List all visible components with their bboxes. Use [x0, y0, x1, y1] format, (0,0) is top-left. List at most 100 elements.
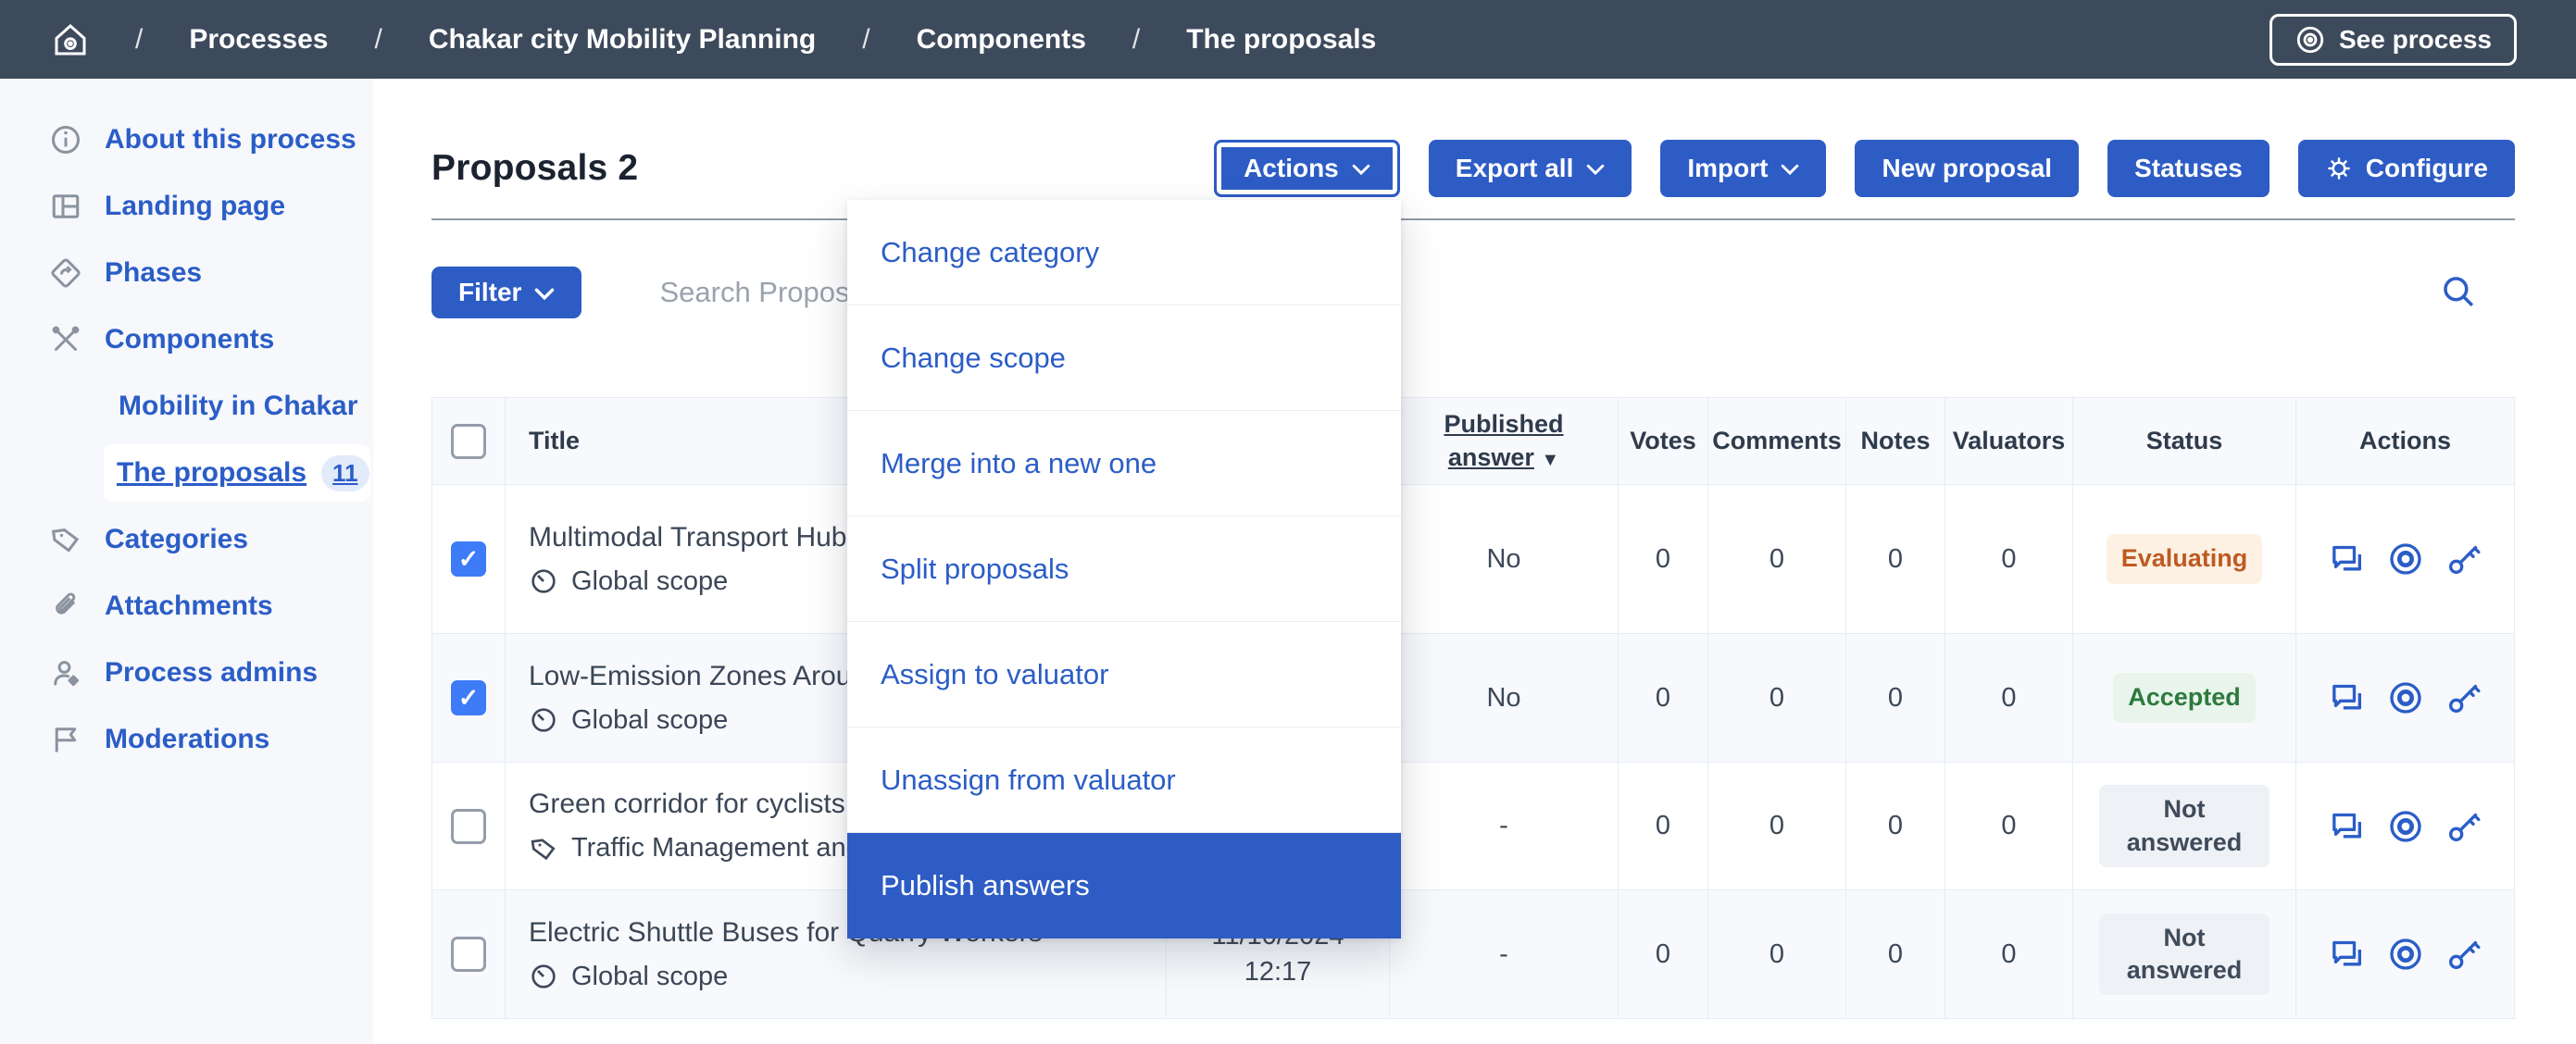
- breadcrumb-processes[interactable]: Processes: [189, 24, 328, 56]
- category-tag-icon: [529, 834, 558, 864]
- configure-button[interactable]: Configure: [2297, 140, 2515, 197]
- topbar: / Processes / Chakar city Mobility Plann…: [0, 0, 2576, 79]
- answer-chat-icon[interactable]: [2329, 541, 2366, 578]
- menu-item-publish-answers[interactable]: Publish answers: [847, 833, 1401, 938]
- permissions-key-icon[interactable]: [2445, 936, 2482, 973]
- sidebar-item-phases[interactable]: Phases: [49, 240, 373, 306]
- sidebar-item-components[interactable]: Components: [49, 306, 373, 373]
- answer-chat-icon[interactable]: [2329, 936, 2366, 973]
- proposal-title[interactable]: Multimodal Transport Hubs: [529, 522, 860, 553]
- permissions-key-icon[interactable]: [2445, 679, 2482, 716]
- actions-button[interactable]: Actions: [1214, 140, 1400, 197]
- export-all-button[interactable]: Export all: [1428, 140, 1632, 197]
- sidebar-item-attachments[interactable]: Attachments: [49, 573, 373, 640]
- proposal-category: Traffic Management and S: [529, 833, 886, 864]
- published-answer-cell: No: [1390, 485, 1619, 634]
- target-eye-icon[interactable]: [2387, 808, 2424, 845]
- sidebar-item-the-proposals[interactable]: The proposals 11: [104, 444, 370, 502]
- row-checkbox[interactable]: ✓: [451, 937, 486, 972]
- layout-icon: [49, 190, 82, 223]
- row-checkbox[interactable]: ✓: [451, 541, 486, 577]
- menu-item-change-scope[interactable]: Change scope: [847, 305, 1401, 411]
- table-header-row: ✓ Title Published answer ▼ Votes Comment…: [431, 397, 2515, 485]
- column-valuators: Valuators: [1945, 398, 2073, 485]
- sidebar-item-moderations[interactable]: Moderations: [49, 706, 373, 773]
- menu-item-unassign-from-valuator[interactable]: Unassign from valuator: [847, 727, 1401, 833]
- votes-cell: 0: [1619, 890, 1708, 1019]
- menu-item-merge-into-new[interactable]: Merge into a new one: [847, 411, 1401, 516]
- sidebar-item-process-admins[interactable]: Process admins: [49, 640, 373, 706]
- permissions-key-icon[interactable]: [2445, 541, 2482, 578]
- chevron-down-icon: [534, 288, 555, 301]
- comments-cell: 0: [1708, 763, 1846, 890]
- select-all-cell: ✓: [431, 398, 506, 485]
- breadcrumb: / Processes / Chakar city Mobility Plann…: [52, 21, 1376, 58]
- filter-button[interactable]: Filter: [431, 267, 582, 318]
- proposal-scope: Global scope: [529, 566, 728, 597]
- scope-clock-icon: [529, 566, 558, 596]
- status-badge: Not answered: [2099, 785, 2270, 867]
- breadcrumb-separator: /: [374, 23, 382, 55]
- target-eye-icon[interactable]: [2387, 936, 2424, 973]
- chevron-down-icon: [1586, 164, 1605, 176]
- permissions-key-icon[interactable]: [2445, 808, 2482, 845]
- answer-chat-icon[interactable]: [2329, 808, 2366, 845]
- breadcrumb-components[interactable]: Components: [917, 24, 1086, 56]
- sidebar-item-landing-page[interactable]: Landing page: [49, 173, 373, 240]
- see-process-button[interactable]: See process: [2270, 13, 2517, 66]
- proposal-title[interactable]: Green corridor for cyclists and: [529, 789, 899, 820]
- published-answer-cell: -: [1390, 763, 1619, 890]
- statuses-button[interactable]: Statuses: [2107, 140, 2270, 197]
- eye-icon: [2295, 24, 2326, 56]
- row-checkbox[interactable]: ✓: [451, 680, 486, 715]
- paperclip-icon: [49, 590, 82, 623]
- breadcrumb-process-name[interactable]: Chakar city Mobility Planning: [429, 24, 816, 56]
- column-status: Status: [2073, 398, 2296, 485]
- votes-cell: 0: [1619, 763, 1708, 890]
- proposals-count-badge: 11: [321, 454, 369, 491]
- proposal-scope: Global scope: [529, 962, 728, 992]
- breadcrumb-separator: /: [1132, 23, 1141, 55]
- sidebar-item-about[interactable]: About this process: [49, 106, 373, 173]
- votes-cell: 0: [1619, 485, 1708, 634]
- search-icon[interactable]: [2439, 272, 2478, 311]
- sidebar-item-mobility-in-chakar[interactable]: Mobility in Chakar: [119, 373, 373, 440]
- flag-icon: [49, 723, 82, 756]
- sidebar-item-label: Components: [105, 324, 275, 354]
- column-comments: Comments: [1708, 398, 1846, 485]
- sidebar-item-label: Moderations: [105, 724, 270, 754]
- home-icon[interactable]: [52, 21, 89, 58]
- new-proposal-button[interactable]: New proposal: [1855, 140, 2080, 197]
- menu-item-assign-to-valuator[interactable]: Assign to valuator: [847, 622, 1401, 727]
- table-row: ✓ Electric Shuttle Buses for Quarry Work…: [431, 890, 2515, 1019]
- valuators-cell: 0: [1945, 634, 2073, 763]
- title-divider: [431, 218, 2515, 220]
- table-row: ✓ Low-Emission Zones Around I Global sco…: [431, 634, 2515, 763]
- sidebar-item-label: The proposals: [117, 457, 307, 488]
- tag-icon: [49, 523, 82, 556]
- sidebar-item-categories[interactable]: Categories: [49, 506, 373, 573]
- select-all-checkbox[interactable]: ✓: [451, 423, 486, 459]
- valuators-cell: 0: [1945, 485, 2073, 634]
- target-eye-icon[interactable]: [2387, 541, 2424, 578]
- answer-chat-icon[interactable]: [2329, 679, 2366, 716]
- phases-diamond-icon: [49, 256, 82, 290]
- toolbar: Actions Export all Import New proposal S…: [1214, 140, 2515, 197]
- status-badge: Accepted: [2113, 673, 2256, 723]
- menu-item-change-category[interactable]: Change category: [847, 200, 1401, 305]
- row-checkbox[interactable]: ✓: [451, 808, 486, 844]
- comments-cell: 0: [1708, 634, 1846, 763]
- breadcrumb-current[interactable]: The proposals: [1186, 24, 1376, 56]
- import-button[interactable]: Import: [1660, 140, 1827, 197]
- menu-item-split-proposals[interactable]: Split proposals: [847, 516, 1401, 622]
- status-badge: Evaluating: [2106, 534, 2263, 584]
- notes-cell: 0: [1846, 763, 1945, 890]
- info-icon: [49, 123, 82, 156]
- sidebar-item-label: About this process: [105, 124, 356, 155]
- target-eye-icon[interactable]: [2387, 679, 2424, 716]
- published-answer-cell: -: [1390, 890, 1619, 1019]
- valuators-cell: 0: [1945, 890, 2073, 1019]
- page-title: Proposals 2: [431, 148, 639, 188]
- column-published-answer[interactable]: Published answer ▼: [1390, 398, 1619, 485]
- proposal-title[interactable]: Low-Emission Zones Around I: [529, 661, 898, 692]
